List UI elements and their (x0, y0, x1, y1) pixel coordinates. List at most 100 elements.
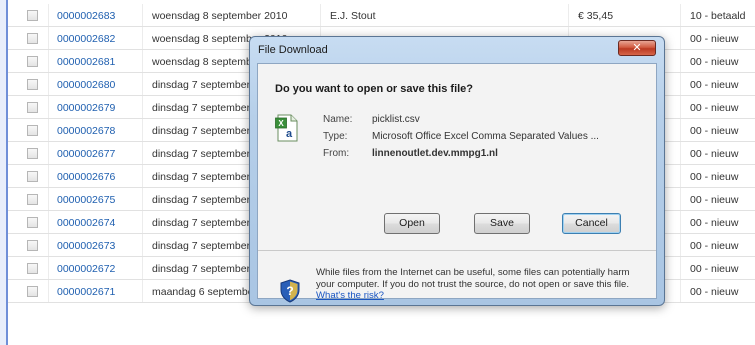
column-separator (48, 211, 49, 233)
column-separator (142, 27, 143, 49)
column-separator (142, 142, 143, 164)
row-checkbox[interactable] (27, 10, 38, 21)
order-status: 10 - betaald (690, 10, 746, 22)
order-status: 00 - nieuw (690, 286, 739, 298)
order-id-link[interactable]: 0000002683 (57, 10, 115, 22)
dialog-body: Do you want to open or save this file? X… (257, 63, 657, 303)
column-separator (142, 4, 143, 26)
order-id-link[interactable]: 0000002679 (57, 102, 115, 114)
column-separator (680, 27, 681, 49)
file-type-value: Microsoft Office Excel Comma Separated V… (372, 131, 599, 142)
order-date: woensdag 8 september 2010 (152, 10, 288, 22)
column-separator (142, 234, 143, 256)
type-label: Type: (323, 131, 348, 142)
column-separator (680, 211, 681, 233)
column-separator (680, 234, 681, 256)
row-checkbox[interactable] (27, 79, 38, 90)
order-status: 00 - nieuw (690, 125, 739, 137)
column-separator (142, 96, 143, 118)
order-id-link[interactable]: 0000002675 (57, 194, 115, 206)
column-separator (320, 4, 321, 26)
order-status: 00 - nieuw (690, 33, 739, 45)
column-separator (142, 211, 143, 233)
column-separator (48, 234, 49, 256)
from-label: From: (323, 148, 350, 159)
whats-the-risk-link[interactable]: What's the risk? (316, 290, 384, 301)
order-id-link[interactable]: 0000002673 (57, 240, 115, 252)
column-separator (142, 119, 143, 141)
row-checkbox[interactable] (27, 148, 38, 159)
column-separator (142, 257, 143, 279)
row-checkbox[interactable] (27, 286, 38, 297)
order-status: 00 - nieuw (690, 102, 739, 114)
svg-text:a: a (286, 128, 293, 140)
order-id-link[interactable]: 0000002680 (57, 79, 115, 91)
save-button[interactable]: Save (474, 213, 530, 234)
order-id-link[interactable]: 0000002674 (57, 217, 115, 229)
column-separator (680, 50, 681, 72)
column-separator (48, 96, 49, 118)
svg-text:?: ? (286, 284, 293, 298)
order-status: 00 - nieuw (690, 171, 739, 183)
column-separator (142, 188, 143, 210)
column-separator (680, 4, 681, 26)
column-separator (680, 165, 681, 187)
column-separator (48, 257, 49, 279)
column-separator (142, 73, 143, 95)
row-checkbox[interactable] (27, 240, 38, 251)
file-source-value: linnenoutlet.dev.mmpg1.nl (372, 148, 498, 159)
security-warning: While files from the Internet can be use… (316, 267, 646, 302)
order-status: 00 - nieuw (690, 79, 739, 91)
close-button[interactable]: ✕ (618, 40, 656, 56)
column-separator (680, 119, 681, 141)
left-accent-bar (0, 0, 8, 345)
row-checkbox[interactable] (27, 33, 38, 44)
row-checkbox[interactable] (27, 194, 38, 205)
column-separator (48, 73, 49, 95)
column-separator (142, 50, 143, 72)
order-status: 00 - nieuw (690, 263, 739, 275)
row-checkbox[interactable] (27, 102, 38, 113)
open-button[interactable]: Open (384, 213, 440, 234)
column-separator (48, 119, 49, 141)
name-label: Name: (323, 114, 353, 125)
order-status: 00 - nieuw (690, 240, 739, 252)
cancel-button[interactable]: Cancel (562, 213, 621, 234)
order-id-link[interactable]: 0000002672 (57, 263, 115, 275)
column-separator (48, 280, 49, 302)
column-separator (142, 280, 143, 302)
row-checkbox[interactable] (27, 56, 38, 67)
order-id-link[interactable]: 0000002677 (57, 148, 115, 160)
security-shield-question-icon: ? (280, 279, 300, 303)
row-checkbox[interactable] (27, 263, 38, 274)
order-amount: € 35,45 (578, 10, 614, 22)
column-separator (142, 165, 143, 187)
column-separator (48, 142, 49, 164)
dialog-title: File Download (258, 44, 328, 56)
order-id-link[interactable]: 0000002682 (57, 33, 115, 45)
order-id-link[interactable]: 0000002678 (57, 125, 115, 137)
dialog-divider (258, 250, 656, 251)
order-id-link[interactable]: 0000002671 (57, 286, 115, 298)
order-status: 00 - nieuw (690, 56, 739, 68)
dialog-question: Do you want to open or save this file? (275, 83, 474, 95)
order-status: 00 - nieuw (690, 217, 739, 229)
file-name-value: picklist.csv (372, 114, 420, 125)
order-id-link[interactable]: 0000002676 (57, 171, 115, 183)
row-checkbox[interactable] (27, 217, 38, 228)
row-checkbox[interactable] (27, 125, 38, 136)
column-separator (48, 165, 49, 187)
file-download-dialog: File Download ✕ Do you want to open or s… (249, 36, 665, 306)
column-separator (48, 27, 49, 49)
order-id-link[interactable]: 0000002681 (57, 56, 115, 68)
excel-csv-file-icon: X a (275, 114, 298, 142)
column-separator (680, 280, 681, 302)
security-warning-text: While files from the Internet can be use… (316, 267, 630, 290)
order-row[interactable]: 0000002683 woensdag 8 september 2010 E.J. … (8, 4, 755, 27)
customer-name: E.J. Stout (330, 10, 376, 22)
row-checkbox[interactable] (27, 171, 38, 182)
column-separator (48, 50, 49, 72)
order-status: 00 - nieuw (690, 194, 739, 206)
column-separator (680, 257, 681, 279)
column-separator (680, 73, 681, 95)
